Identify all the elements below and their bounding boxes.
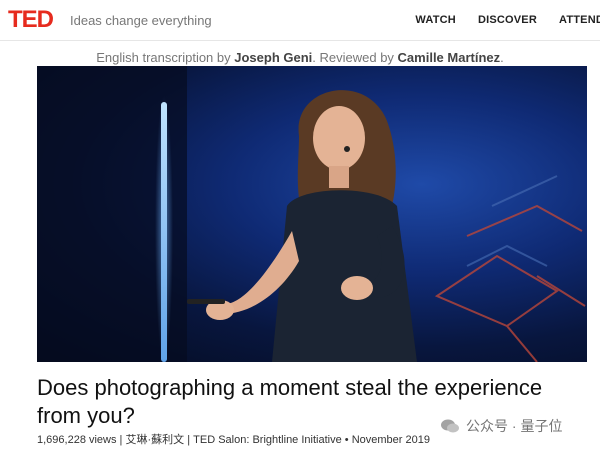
credit-middle: . Reviewed by (312, 50, 398, 65)
top-nav: TED Ideas change everything WATCH DISCOV… (0, 0, 600, 41)
credit-prefix: English transcription by (96, 50, 235, 65)
transcriber-name[interactable]: Joseph Geni (234, 50, 312, 65)
meta-separator: | (184, 434, 194, 446)
watermark: 公众号 · 量子位 (440, 416, 562, 436)
reviewer-name[interactable]: Camille Martínez (398, 50, 501, 65)
ted-logo[interactable]: TED (8, 7, 54, 33)
watermark-text: 公众号 · 量子位 (466, 418, 563, 434)
speaker-photo (37, 66, 586, 362)
talk-hero-image[interactable] (37, 66, 587, 362)
credit-suffix: . (500, 50, 504, 65)
wechat-icon (441, 419, 459, 433)
meta-separator: • (341, 434, 352, 446)
nav-discover-link[interactable]: DISCOVER (478, 14, 537, 26)
speaker-name[interactable]: 艾琳·蘇利文 (125, 434, 184, 446)
view-count: 1,696,228 views (37, 434, 117, 446)
nav-attend-link[interactable]: ATTEND (559, 14, 600, 26)
event-name[interactable]: TED Salon: Brightline Initiative (193, 434, 342, 446)
nav-links: WATCH DISCOVER ATTEND (415, 14, 600, 26)
nav-watch-link[interactable]: WATCH (415, 14, 456, 26)
transcript-credit: English transcription by Joseph Geni. Re… (0, 50, 600, 65)
talk-meta: 1,696,228 views | 艾琳·蘇利文 | TED Salon: Br… (37, 431, 430, 447)
tagline: Ideas change everything (70, 13, 212, 28)
talk-date: November 2019 (351, 434, 430, 446)
